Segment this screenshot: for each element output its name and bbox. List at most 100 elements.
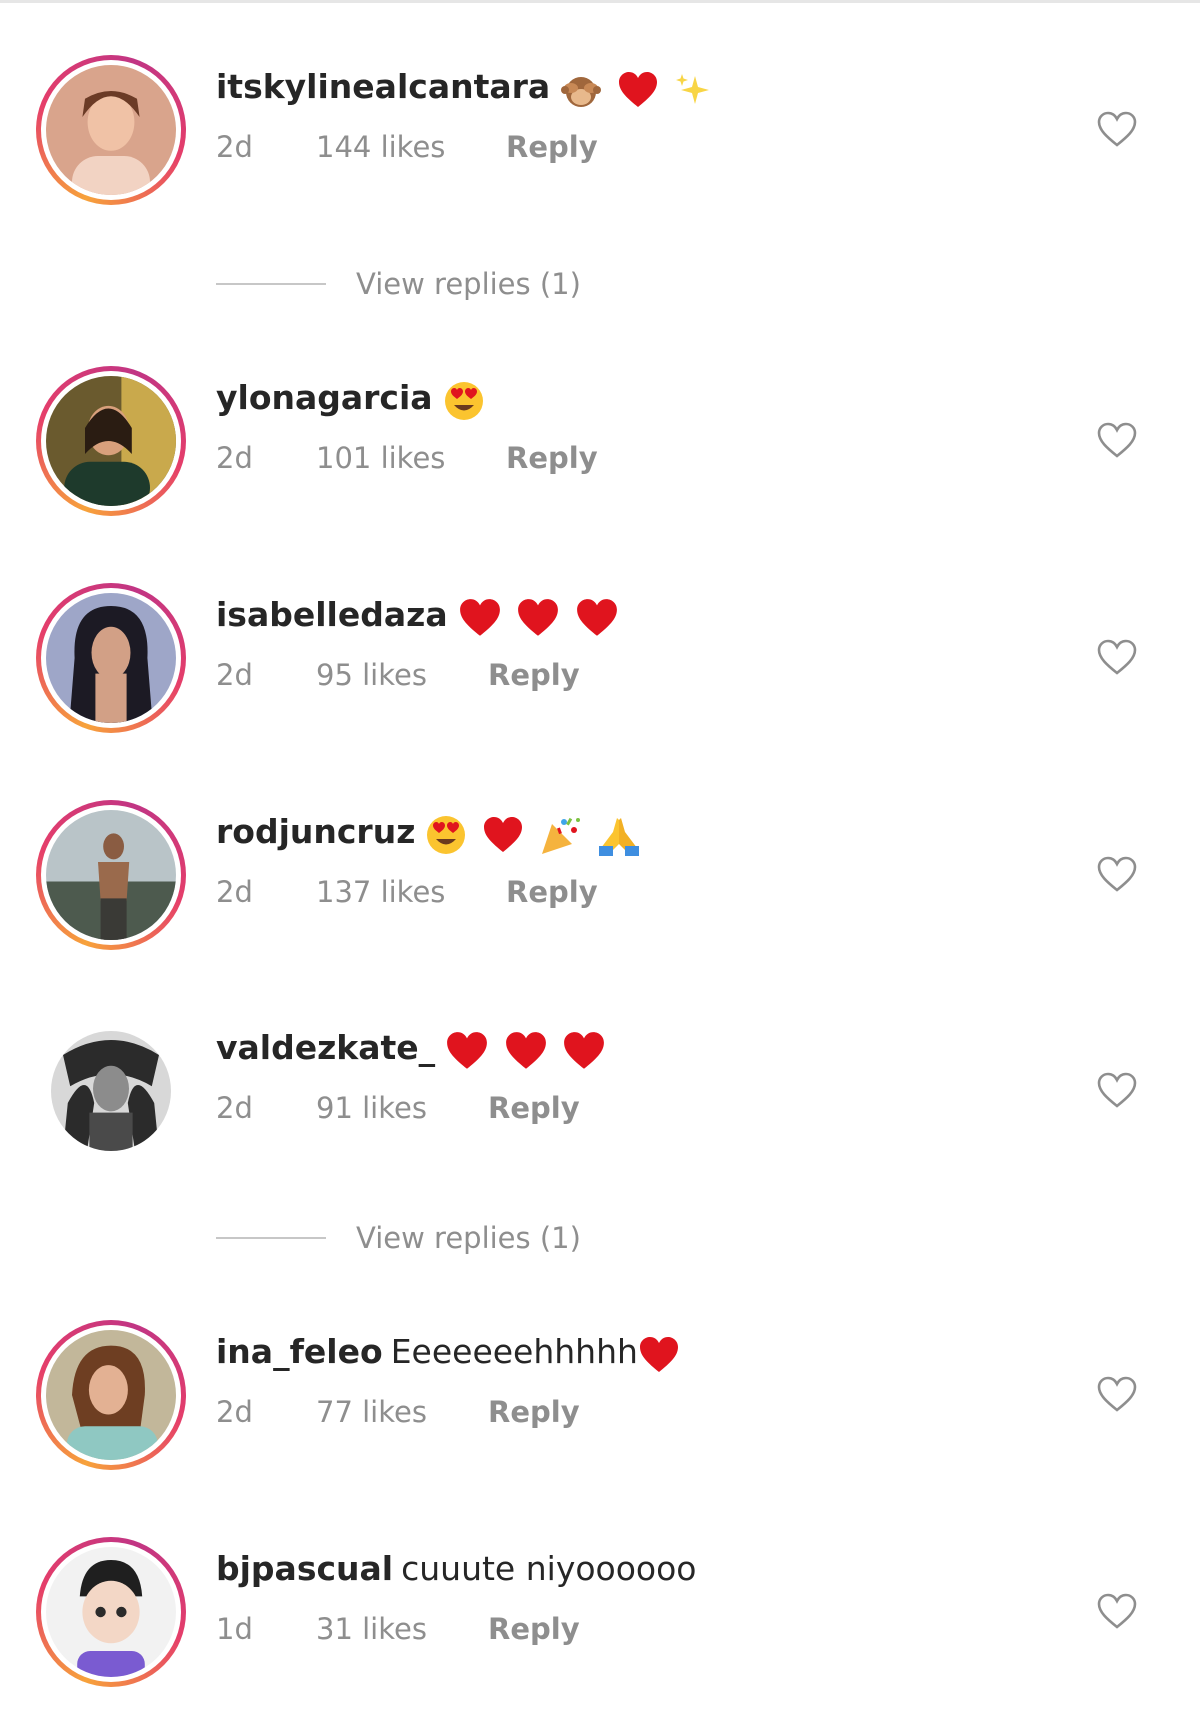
comment-item: isabelledaza 2d 95 likes Reply	[0, 583, 1200, 733]
reply-button[interactable]: Reply	[506, 127, 598, 167]
heart-outline-icon[interactable]	[1096, 1592, 1138, 1632]
avatar-story-ring[interactable]	[36, 583, 186, 733]
comment-item: rodjuncruz 2d 137 likes Reply	[0, 800, 1200, 950]
heart-eyes-emoji	[443, 380, 485, 422]
view-replies-button[interactable]: View replies (1)	[356, 1218, 581, 1258]
view-replies-divider	[216, 283, 326, 285]
sparkles-emoji	[673, 70, 713, 110]
comment-time: 2d	[216, 1091, 253, 1125]
avatar-story-ring[interactable]	[36, 366, 186, 516]
heart-outline-icon[interactable]	[1096, 1375, 1138, 1415]
comment-item: ylonagarcia 2d 101 likes Reply	[0, 366, 1200, 516]
comment-emoji-row	[445, 1027, 610, 1072]
comment-meta: 2d 144 likes Reply	[216, 127, 598, 167]
comment-line: isabelledaza	[216, 593, 623, 639]
comment-time: 2d	[216, 875, 253, 909]
comment-line: bjpascual cuuute niyoooooo	[216, 1547, 696, 1591]
comment-text: cuuute niyoooooo	[401, 1549, 697, 1588]
heart-outline-icon[interactable]	[1096, 110, 1138, 150]
red-heart-emoji	[638, 1335, 680, 1375]
reply-button[interactable]: Reply	[506, 438, 598, 478]
reply-button[interactable]: Reply	[488, 1609, 580, 1649]
comment-meta: 2d 77 likes Reply	[216, 1392, 580, 1432]
comment-meta: 1d 31 likes Reply	[216, 1609, 580, 1649]
comment-line: ylonagarcia	[216, 376, 489, 422]
heart-outline-icon[interactable]	[1096, 855, 1138, 895]
comment-emoji-row	[425, 811, 645, 856]
comment-line: rodjuncruz	[216, 810, 645, 856]
heart-outline-icon[interactable]	[1096, 1071, 1138, 1111]
comment-emoji-row	[638, 1332, 684, 1376]
red-heart-emoji	[504, 1030, 548, 1072]
comment-likes[interactable]: 31 likes	[316, 1609, 488, 1649]
comment-username[interactable]: ina_feleo	[216, 1332, 383, 1371]
avatar-story-ring[interactable]	[36, 800, 186, 950]
avatar-container[interactable]	[36, 1016, 186, 1166]
comment-meta: 2d 137 likes Reply	[216, 872, 598, 912]
comment-likes[interactable]: 137 likes	[316, 872, 506, 912]
comment-username[interactable]: rodjuncruz	[216, 812, 415, 851]
comment-text: Eeeeeeehhhhh	[390, 1332, 638, 1371]
comment-time: 2d	[216, 658, 253, 692]
red-heart-emoji	[575, 597, 619, 639]
heart-eyes-emoji	[425, 814, 467, 856]
avatar	[46, 1547, 176, 1677]
comment-likes[interactable]: 91 likes	[316, 1088, 488, 1128]
red-heart-emoji	[458, 597, 502, 639]
see-no-evil-monkey-emoji	[560, 70, 602, 110]
avatar-story-ring[interactable]	[36, 1320, 186, 1470]
reply-button[interactable]: Reply	[506, 872, 598, 912]
comment-meta: 2d 91 likes Reply	[216, 1088, 580, 1128]
comment-meta: 2d 95 likes Reply	[216, 655, 580, 695]
avatar	[46, 810, 176, 940]
comment-username[interactable]: bjpascual	[216, 1549, 393, 1588]
comment-username[interactable]: isabelledaza	[216, 595, 448, 634]
reply-button[interactable]: Reply	[488, 1392, 580, 1432]
comment-line: ina_feleo Eeeeeeehhhhh	[216, 1330, 684, 1376]
red-heart-emoji	[482, 815, 524, 855]
comment-emoji-row	[560, 67, 717, 111]
view-replies-divider	[216, 1237, 326, 1239]
comment-line: valdezkate_	[216, 1026, 610, 1072]
comment-time: 2d	[216, 441, 253, 475]
comment-list: itskylinealcantara 2d 144 likes Reply View…	[0, 0, 1200, 1710]
view-replies-button[interactable]: View replies (1)	[356, 264, 581, 304]
red-heart-emoji	[617, 70, 659, 110]
comment-item: ina_feleo Eeeeeeehhhhh 2d 77 likes Reply	[0, 1320, 1200, 1470]
comment-emoji-row	[443, 377, 489, 422]
avatar	[46, 376, 176, 506]
red-heart-emoji	[562, 1030, 606, 1072]
comment-time: 2d	[216, 130, 253, 164]
comment-username[interactable]: itskylinealcantara	[216, 67, 550, 106]
view-replies[interactable]: View replies (1)	[216, 264, 716, 304]
comment-time: 2d	[216, 1395, 253, 1429]
reply-button[interactable]: Reply	[488, 655, 580, 695]
reply-button[interactable]: Reply	[488, 1088, 580, 1128]
red-heart-emoji	[516, 597, 560, 639]
comment-time: 1d	[216, 1612, 253, 1646]
avatar	[51, 1031, 171, 1151]
heart-outline-icon[interactable]	[1096, 421, 1138, 461]
avatar	[46, 593, 176, 723]
folded-hands-emoji	[597, 814, 641, 856]
avatar	[46, 1330, 176, 1460]
red-heart-emoji	[445, 1030, 489, 1072]
comment-emoji-row	[458, 594, 623, 639]
comment-meta: 2d 101 likes Reply	[216, 438, 598, 478]
avatar-story-ring[interactable]	[36, 55, 186, 205]
comment-likes[interactable]: 144 likes	[316, 127, 506, 167]
heart-outline-icon[interactable]	[1096, 638, 1138, 678]
comment-username[interactable]: ylonagarcia	[216, 378, 433, 417]
comment-line: itskylinealcantara	[216, 65, 717, 111]
comment-likes[interactable]: 95 likes	[316, 655, 488, 695]
avatar	[46, 65, 176, 195]
comment-likes[interactable]: 101 likes	[316, 438, 506, 478]
party-popper-emoji	[538, 814, 582, 856]
comment-likes[interactable]: 77 likes	[316, 1392, 488, 1432]
comment-item: valdezkate_ 2d 91 likes Reply	[0, 1016, 1200, 1166]
comment-item: bjpascual cuuute niyoooooo 1d 31 likes Repl…	[0, 1537, 1200, 1687]
comment-item: itskylinealcantara 2d 144 likes Reply	[0, 55, 1200, 205]
view-replies[interactable]: View replies (1)	[216, 1218, 716, 1258]
comment-username[interactable]: valdezkate_	[216, 1028, 435, 1067]
avatar-story-ring[interactable]	[36, 1537, 186, 1687]
